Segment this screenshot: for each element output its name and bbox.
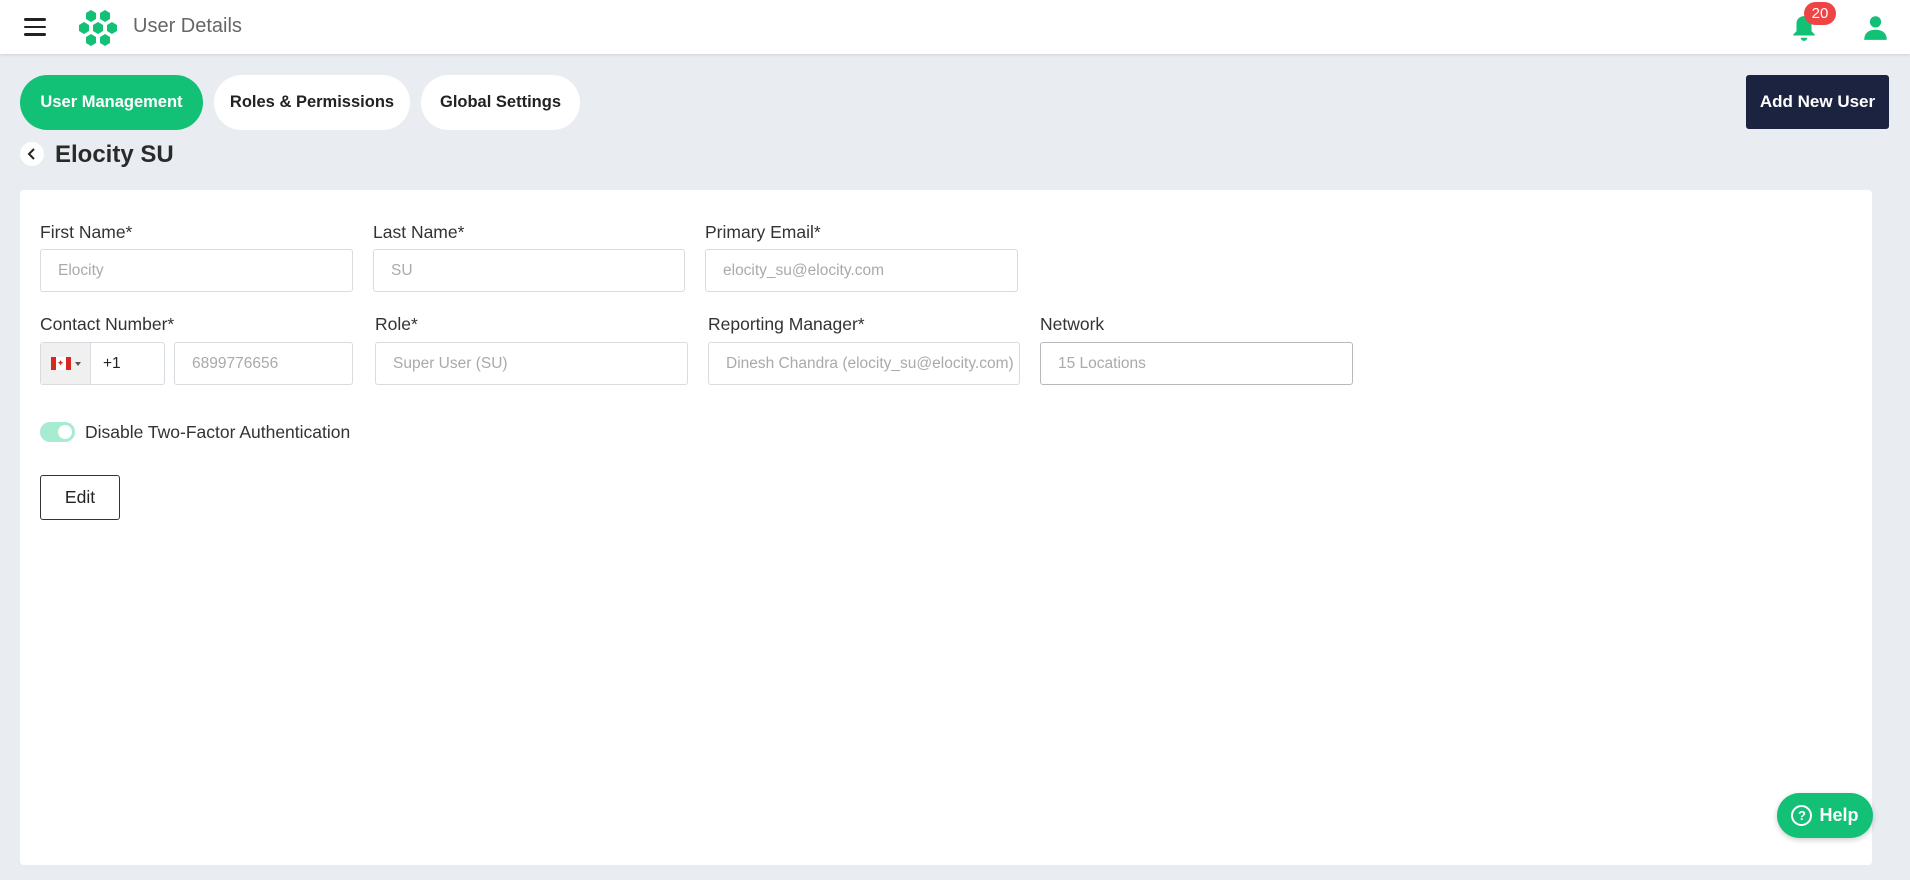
tab-global-settings[interactable]: Global Settings bbox=[421, 75, 580, 130]
user-icon[interactable] bbox=[1862, 14, 1889, 41]
contact-number-field[interactable]: 6899776656 bbox=[174, 342, 353, 385]
page-title: User Details bbox=[133, 15, 242, 37]
hamburger-icon[interactable] bbox=[24, 18, 46, 36]
tab-roles-permissions[interactable]: Roles & Permissions bbox=[214, 75, 410, 130]
primary-email-field[interactable]: elocity_su@elocity.com bbox=[705, 249, 1018, 292]
role-label: Role* bbox=[375, 314, 418, 334]
country-code-selector: ✦ +1 bbox=[40, 342, 165, 385]
first-name-label: First Name* bbox=[40, 222, 133, 242]
country-dropdown[interactable]: ✦ bbox=[41, 343, 91, 384]
reporting-manager-label: Reporting Manager* bbox=[708, 314, 865, 334]
two-factor-label: Disable Two-Factor Authentication bbox=[85, 422, 351, 442]
network-label: Network bbox=[1040, 314, 1105, 334]
caret-down-icon bbox=[74, 361, 81, 366]
add-new-user-button[interactable]: Add New User bbox=[1746, 75, 1889, 129]
chevron-left-icon bbox=[27, 148, 35, 160]
tab-user-management[interactable]: User Management bbox=[20, 75, 203, 130]
question-icon: ? bbox=[1791, 805, 1813, 826]
notification-badge: 20 bbox=[1804, 2, 1836, 25]
dial-code: +1 bbox=[103, 355, 121, 372]
last-name-field[interactable]: SU bbox=[373, 249, 685, 292]
contact-number-label: Contact Number* bbox=[40, 314, 175, 334]
reporting-manager-field[interactable]: Dinesh Chandra (elocity_su@elocity.com) bbox=[708, 342, 1020, 385]
primary-email-label: Primary Email* bbox=[705, 222, 821, 242]
role-field[interactable]: Super User (SU) bbox=[375, 342, 688, 385]
first-name-field[interactable]: Elocity bbox=[40, 249, 353, 292]
back-button[interactable] bbox=[20, 142, 44, 166]
two-factor-toggle[interactable] bbox=[40, 422, 75, 442]
top-header: User Details 20 bbox=[0, 0, 1910, 54]
last-name-label: Last Name* bbox=[373, 222, 465, 242]
help-button[interactable]: ? Help bbox=[1777, 793, 1873, 838]
canada-flag-icon: ✦ bbox=[50, 357, 71, 370]
help-label: Help bbox=[1819, 805, 1859, 825]
network-field[interactable]: 15 Locations bbox=[1040, 342, 1353, 385]
logo-icon bbox=[79, 10, 117, 46]
user-name-heading: Elocity SU bbox=[55, 141, 174, 168]
edit-button[interactable]: Edit bbox=[40, 475, 120, 520]
